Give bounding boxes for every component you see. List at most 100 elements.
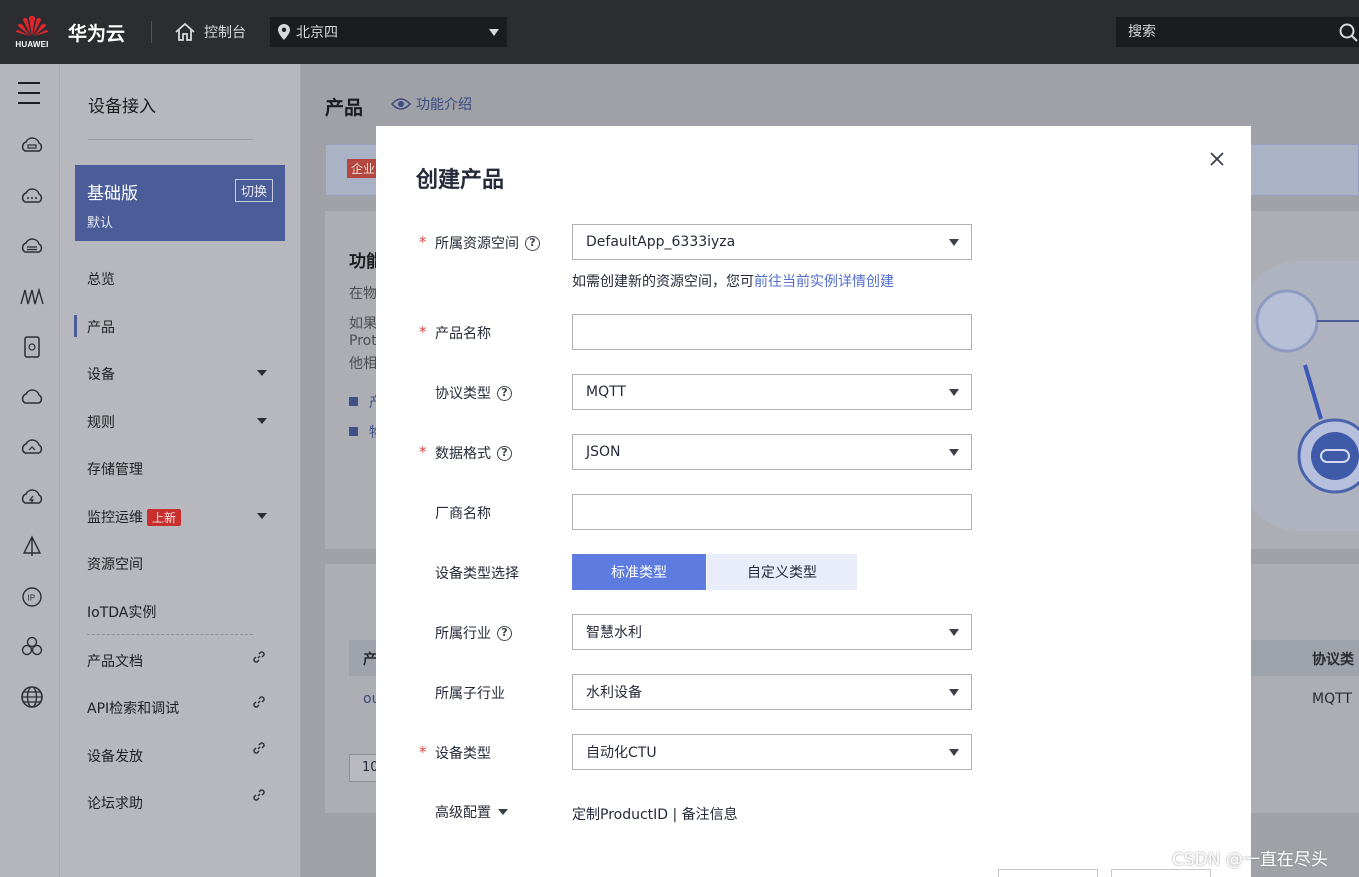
cloud-icon[interactable] — [19, 384, 45, 410]
sidebar-item-label: 存储管理 — [87, 462, 143, 478]
help-icon[interactable]: ? — [497, 385, 512, 401]
advanced-config-summary: 定制ProductID | 备注信息 — [572, 807, 738, 823]
create-space-link[interactable]: 前往当前实例详情创建 — [754, 274, 894, 290]
sidebar-item-label: 产品 — [87, 320, 115, 336]
sidebar-item-iotda-instance[interactable]: IoTDA实例 — [87, 602, 287, 622]
field-label: 设备类型选择 — [435, 566, 519, 582]
chevron-down-icon — [949, 389, 959, 396]
chevron-down-icon — [489, 29, 500, 36]
sub-industry-select[interactable]: 水利设备 — [572, 674, 972, 710]
help-icon[interactable]: ? — [525, 235, 540, 251]
chevron-down-icon — [949, 689, 959, 696]
form-row-device-type: * 设备类型 自动化CTU — [376, 734, 1251, 770]
feature-intro-link[interactable]: 功能介绍 — [391, 94, 472, 114]
huawei-logo[interactable]: HUAWEI — [0, 0, 64, 64]
edition-switch-button[interactable]: 切换 — [234, 179, 273, 202]
card-text: 如果 — [349, 316, 377, 332]
sidebar-item-resource-space[interactable]: 资源空间 — [87, 554, 287, 574]
cloud-server-icon[interactable] — [19, 134, 45, 160]
cloud-dots-icon[interactable] — [19, 184, 45, 210]
page-title: 产品 — [325, 97, 364, 119]
vendor-input[interactable] — [586, 504, 958, 520]
sidebar-item-products[interactable]: 产品 — [74, 315, 287, 337]
product-name-input[interactable] — [586, 324, 958, 340]
antenna-icon[interactable] — [19, 534, 45, 560]
device-type-select[interactable]: 自动化CTU — [572, 734, 972, 770]
standard-type-button[interactable]: 标准类型 — [572, 554, 706, 590]
sidebar-item-rules[interactable]: 规则 — [87, 412, 287, 432]
chevron-down-icon — [498, 809, 508, 815]
sidebar-item-label: 论坛求助 — [87, 796, 143, 812]
help-icon[interactable]: ? — [497, 445, 512, 461]
globe-icon[interactable] — [19, 684, 45, 710]
divider — [87, 634, 253, 635]
search-input[interactable] — [1128, 24, 1328, 40]
protocol-cell: MQTT — [1312, 691, 1352, 707]
enterprise-tag: 企业 — [347, 159, 380, 178]
chevron-down-icon — [949, 449, 959, 456]
sidebar-item-label: 设备 — [87, 367, 115, 383]
device-type-toggle: 标准类型 自定义类型 — [572, 554, 857, 590]
waveform-icon[interactable] — [19, 284, 45, 310]
watermark: CSDN @一直在尽头 — [1172, 850, 1328, 870]
sidebar-item-device-provisioning[interactable]: 设备发放 — [87, 742, 287, 766]
sidebar-item-api-explorer[interactable]: API检索和调试 — [87, 696, 287, 718]
region-select[interactable]: 北京四 — [270, 17, 508, 47]
card-text: Prot — [349, 333, 377, 349]
sidebar-item-storage[interactable]: 存储管理 — [87, 459, 287, 479]
cloud-storage-icon[interactable] — [19, 234, 45, 260]
column-header: 产 — [363, 652, 377, 668]
custom-type-button[interactable]: 自定义类型 — [707, 554, 857, 590]
console-label: 控制台 — [204, 25, 247, 41]
sidebar-item-overview[interactable]: 总览 — [87, 269, 287, 289]
search-icon[interactable] — [1339, 23, 1359, 43]
required-mark: * — [419, 323, 427, 341]
form-row-resource-space: * 所属资源空间? DefaultApp_6333iyza — [376, 224, 1251, 260]
field-label: 所属子行业 — [435, 686, 505, 702]
chevron-down-icon — [949, 749, 959, 756]
chevron-down-icon — [257, 370, 267, 376]
cloud-home-icon[interactable] — [19, 434, 45, 460]
sidebar-item-label: 资源空间 — [87, 557, 143, 573]
console-link[interactable]: 控制台 — [174, 22, 246, 42]
brand-name[interactable]: 华为云 — [68, 19, 125, 46]
resource-space-select[interactable]: DefaultApp_6333iyza — [572, 224, 972, 260]
sidebar-item-label: 设备发放 — [87, 749, 143, 765]
menu-icon[interactable] — [18, 82, 40, 112]
vendor-field[interactable] — [572, 494, 972, 530]
device-icon[interactable] — [19, 334, 45, 360]
industry-select[interactable]: 智慧水利 — [572, 614, 972, 650]
edition-default: 默认 — [87, 216, 114, 231]
top-bar: HUAWEI 华为云 控制台 北京四 — [0, 0, 1359, 64]
edition-card: 基础版 默认 切换 — [75, 165, 285, 241]
form-row-data-format: * 数据格式? JSON — [376, 434, 1251, 470]
cluster-icon[interactable] — [19, 634, 45, 660]
cancel-button[interactable] — [1111, 869, 1211, 877]
search-box[interactable] — [1116, 17, 1359, 47]
sidebar-item-devices[interactable]: 设备 — [87, 364, 287, 384]
help-icon[interactable]: ? — [497, 625, 512, 641]
field-label: 所属资源空间? — [435, 233, 540, 253]
advanced-config-toggle[interactable]: 高级配置 — [435, 802, 508, 822]
cloud-bolt-icon[interactable] — [19, 484, 45, 510]
sidebar-title: 设备接入 — [88, 97, 156, 117]
confirm-button[interactable] — [998, 869, 1098, 877]
location-pin-icon — [278, 24, 291, 40]
data-format-select[interactable]: JSON — [572, 434, 972, 470]
resource-space-hint: 如需创建新的资源空间，您可前往当前实例详情创建 — [572, 274, 894, 290]
icon-rail: IP — [0, 64, 60, 877]
huawei-petal-icon — [16, 15, 48, 36]
sidebar-item-monitoring[interactable]: 监控运维 上新 — [87, 507, 287, 527]
required-mark: * — [419, 233, 427, 251]
field-label: 设备类型 — [435, 746, 491, 762]
required-mark: * — [419, 743, 427, 761]
ip-icon[interactable]: IP — [19, 584, 45, 610]
protocol-select[interactable]: MQTT — [572, 374, 972, 410]
product-name-field[interactable] — [572, 314, 972, 350]
svg-text:IP: IP — [28, 594, 36, 603]
iot-diagram-icon — [1255, 289, 1359, 494]
sidebar-item-forum[interactable]: 论坛求助 — [87, 789, 287, 813]
create-product-dialog: 创建产品 * 所属资源空间? DefaultApp_6333iyza 如需创建新… — [376, 126, 1251, 877]
close-icon[interactable] — [1208, 150, 1226, 168]
sidebar-item-product-docs[interactable]: 产品文档 — [87, 651, 287, 671]
